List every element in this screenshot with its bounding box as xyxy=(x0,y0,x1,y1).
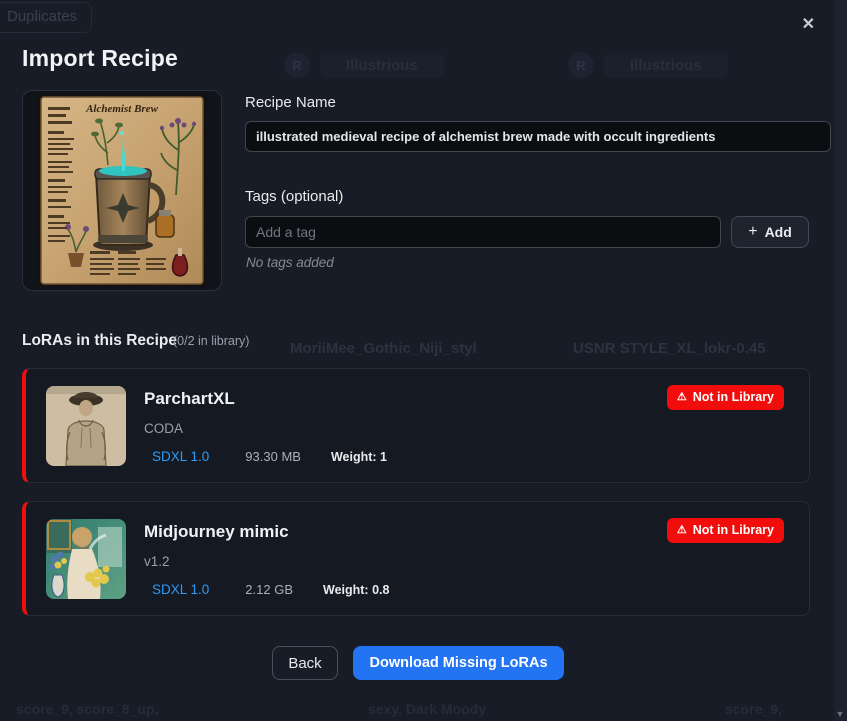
background-tag-text: score_9, score_8_up, xyxy=(16,701,158,717)
add-tag-label: Add xyxy=(765,224,792,240)
back-button[interactable]: Back xyxy=(272,646,338,680)
recipe-thumbnail-illustration: Alchemist Brew xyxy=(38,95,206,286)
lora-card: ParchartXL CODA SDXL 1.0 93.30 MB Weight… xyxy=(22,368,810,483)
lora-version: CODA xyxy=(144,421,387,436)
import-recipe-dialog: Duplicates R Illustrious R Illustrious M… xyxy=(0,0,847,721)
svg-text:Alchemist Brew: Alchemist Brew xyxy=(85,103,158,115)
lora-version: v1.2 xyxy=(144,554,389,569)
close-icon[interactable]: ✕ xyxy=(802,17,815,33)
lora-card: Midjourney mimic v1.2 SDXL 1.0 2.12 GB W… xyxy=(22,501,810,616)
loras-section-heading: LoRAs in this Recipe xyxy=(22,332,177,350)
background-duplicates-button: Duplicates xyxy=(0,2,92,33)
recipe-thumbnail-card: Alchemist Brew xyxy=(22,90,222,291)
not-in-library-badge: ⚠ Not in Library xyxy=(667,518,784,543)
background-gallery-card: R Illustrious xyxy=(568,52,728,78)
background-avatar: R xyxy=(284,52,310,78)
background-model-badge: Illustrious xyxy=(604,53,728,78)
recipe-name-input[interactable] xyxy=(245,121,831,152)
not-in-library-badge: ⚠ Not in Library xyxy=(667,385,784,410)
scrollbar[interactable]: ▼ xyxy=(834,0,847,721)
warning-icon: ⚠ xyxy=(677,392,687,403)
background-gallery-card: R Illustrious xyxy=(284,52,444,78)
add-tag-button[interactable]: + Add xyxy=(731,216,809,248)
no-tags-message: No tags added xyxy=(246,255,334,270)
lora-thumbnail xyxy=(46,519,126,599)
dialog-title: Import Recipe xyxy=(22,45,178,72)
loras-library-count: (0/2 in library) xyxy=(173,334,249,348)
scroll-down-icon[interactable]: ▼ xyxy=(834,709,846,719)
lora-base-model: SDXL 1.0 xyxy=(152,582,209,597)
tag-input[interactable] xyxy=(245,216,721,248)
background-lora-name: MoriiMee_Gothic_Niji_styl xyxy=(290,340,477,357)
background-lora-name: USNR STYLE_XL_lokr-0.45 xyxy=(573,340,766,357)
background-tag-text: sexy, Dark Moody xyxy=(368,701,486,717)
download-missing-loras-button[interactable]: Download Missing LoRAs xyxy=(353,646,564,680)
lora-thumbnail xyxy=(46,386,126,466)
background-tag-text: score_9, score_8_up xyxy=(725,701,847,721)
warning-icon: ⚠ xyxy=(677,525,687,536)
tags-label: Tags (optional) xyxy=(245,188,343,205)
lora-name: Midjourney mimic xyxy=(144,522,389,542)
lora-weight: Weight: 0.8 xyxy=(323,583,389,597)
lora-file-size: 93.30 MB xyxy=(245,449,301,464)
plus-icon: + xyxy=(748,223,757,241)
lora-weight: Weight: 1 xyxy=(331,450,387,464)
badge-label: Not in Library xyxy=(693,390,774,404)
recipe-name-label: Recipe Name xyxy=(245,94,336,111)
background-model-badge: Illustrious xyxy=(320,53,444,78)
lora-file-size: 2.12 GB xyxy=(245,582,293,597)
lora-base-model: SDXL 1.0 xyxy=(152,449,209,464)
lora-name: ParchartXL xyxy=(144,389,387,409)
badge-label: Not in Library xyxy=(693,523,774,537)
background-avatar: R xyxy=(568,52,594,78)
